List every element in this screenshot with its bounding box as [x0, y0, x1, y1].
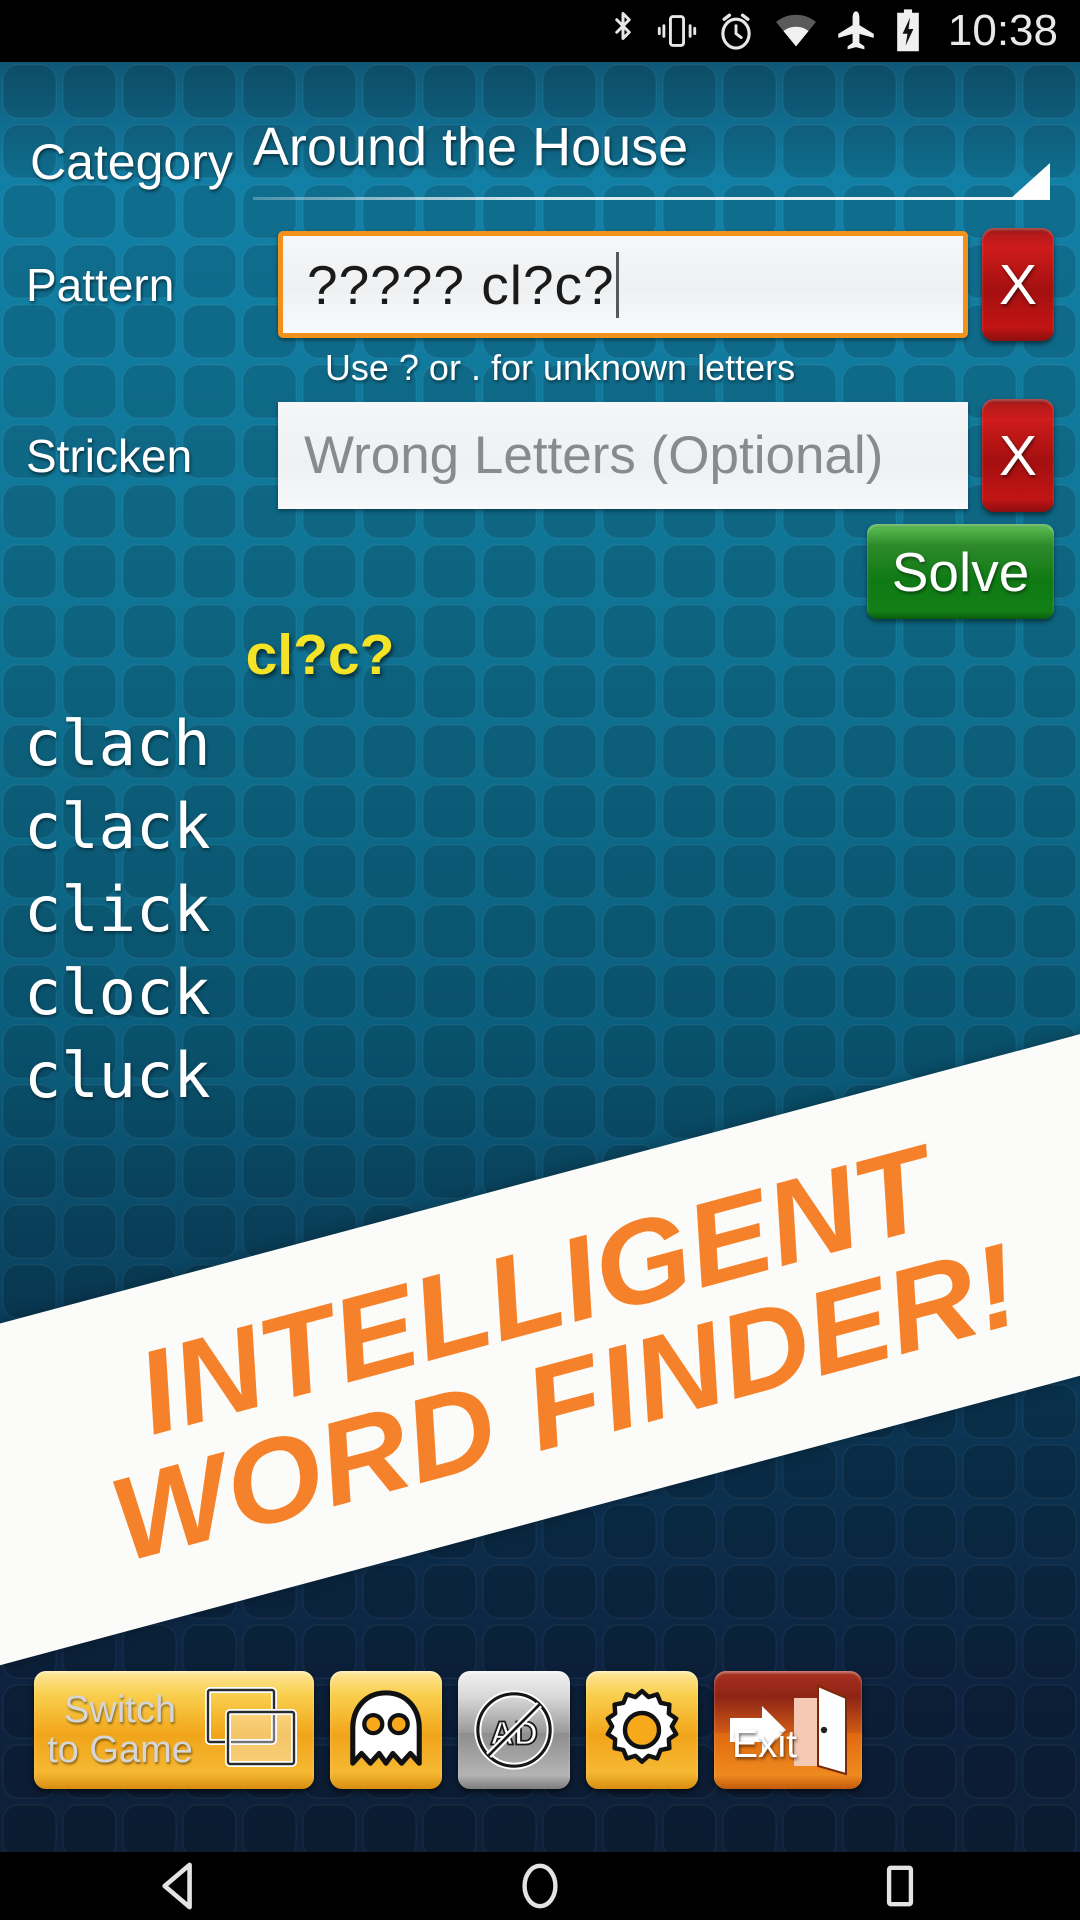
pattern-input[interactable]: ????? cl?c? [278, 231, 968, 338]
list-item[interactable]: clack [24, 785, 724, 868]
pattern-input-value: ????? cl?c? [307, 253, 615, 316]
clear-stricken-button[interactable]: X [982, 399, 1054, 512]
chevron-down-icon [1010, 163, 1050, 199]
no-ads-icon: AD [474, 1690, 554, 1770]
settings-button[interactable] [586, 1671, 698, 1789]
stricken-label: Stricken [26, 429, 193, 482]
nav-back-button[interactable] [120, 1852, 240, 1920]
solve-button[interactable]: Solve [867, 524, 1054, 619]
pattern-row: Pattern ????? cl?c? X [0, 227, 1080, 342]
pattern-label: Pattern [26, 258, 175, 311]
bottom-toolbar: Switch to Game A [0, 1660, 1080, 1800]
ghost-button[interactable] [330, 1671, 442, 1789]
nav-recents-button[interactable] [840, 1852, 960, 1920]
stricken-input[interactable]: Wrong Letters (Optional) [278, 402, 968, 509]
category-selected-value: Around the House [252, 117, 689, 177]
exit-label: Exit [732, 1723, 798, 1766]
list-item[interactable]: click [24, 868, 724, 951]
nav-home-button[interactable] [480, 1852, 600, 1920]
list-item[interactable]: cluck [24, 1034, 724, 1117]
stricken-row: Stricken Wrong Letters (Optional) X [0, 398, 1080, 513]
stricken-placeholder: Wrong Letters (Optional) [304, 426, 884, 485]
switch-to-game-label: Switch to Game [47, 1689, 193, 1771]
exit-button[interactable]: Exit [714, 1671, 862, 1789]
back-triangle-icon [162, 1862, 192, 1910]
category-spinner[interactable]: Around the House [252, 114, 1050, 210]
recents-square-icon [886, 1865, 914, 1907]
alarm-icon [721, 13, 751, 50]
home-circle-icon [522, 1863, 558, 1909]
status-bar: 10:38 [0, 0, 1080, 62]
category-row: Category Around the House [0, 112, 1080, 212]
ghost-icon [350, 1690, 422, 1766]
switch-to-game-button[interactable]: Switch to Game [34, 1671, 314, 1789]
result-pattern-heading: cl?c? [245, 623, 395, 687]
clear-pattern-button[interactable]: X [982, 228, 1054, 341]
status-bar-clock: 10:38 [947, 6, 1058, 55]
category-label: Category [30, 134, 233, 190]
spinner-underline [252, 197, 1050, 200]
remove-ads-button[interactable]: AD [458, 1671, 570, 1789]
pattern-field-wrap: ????? cl?c? [278, 231, 968, 338]
app-content: Category Around the House Pattern ????? … [0, 62, 1080, 1852]
word-results-list[interactable]: clach clack click clock cluck [24, 702, 724, 1117]
bluetooth-icon [615, 12, 631, 40]
vibrate-icon [657, 15, 697, 47]
wifi-icon [775, 14, 816, 47]
phone-screen: 10:38 Category Around the House Pattern … [0, 0, 1080, 1920]
text-caret [615, 251, 619, 318]
stricken-field-wrap: Wrong Letters (Optional) [278, 402, 968, 509]
android-nav-bar [0, 1852, 1080, 1920]
list-item[interactable]: clach [24, 702, 724, 785]
battery-charging-icon [897, 9, 919, 52]
pattern-hint-text: Use ? or . for unknown letters [324, 347, 796, 388]
list-item[interactable]: clock [24, 951, 724, 1034]
gear-icon [605, 1688, 679, 1764]
windows-stack-icon [205, 1687, 297, 1767]
airplane-mode-icon [838, 11, 874, 50]
